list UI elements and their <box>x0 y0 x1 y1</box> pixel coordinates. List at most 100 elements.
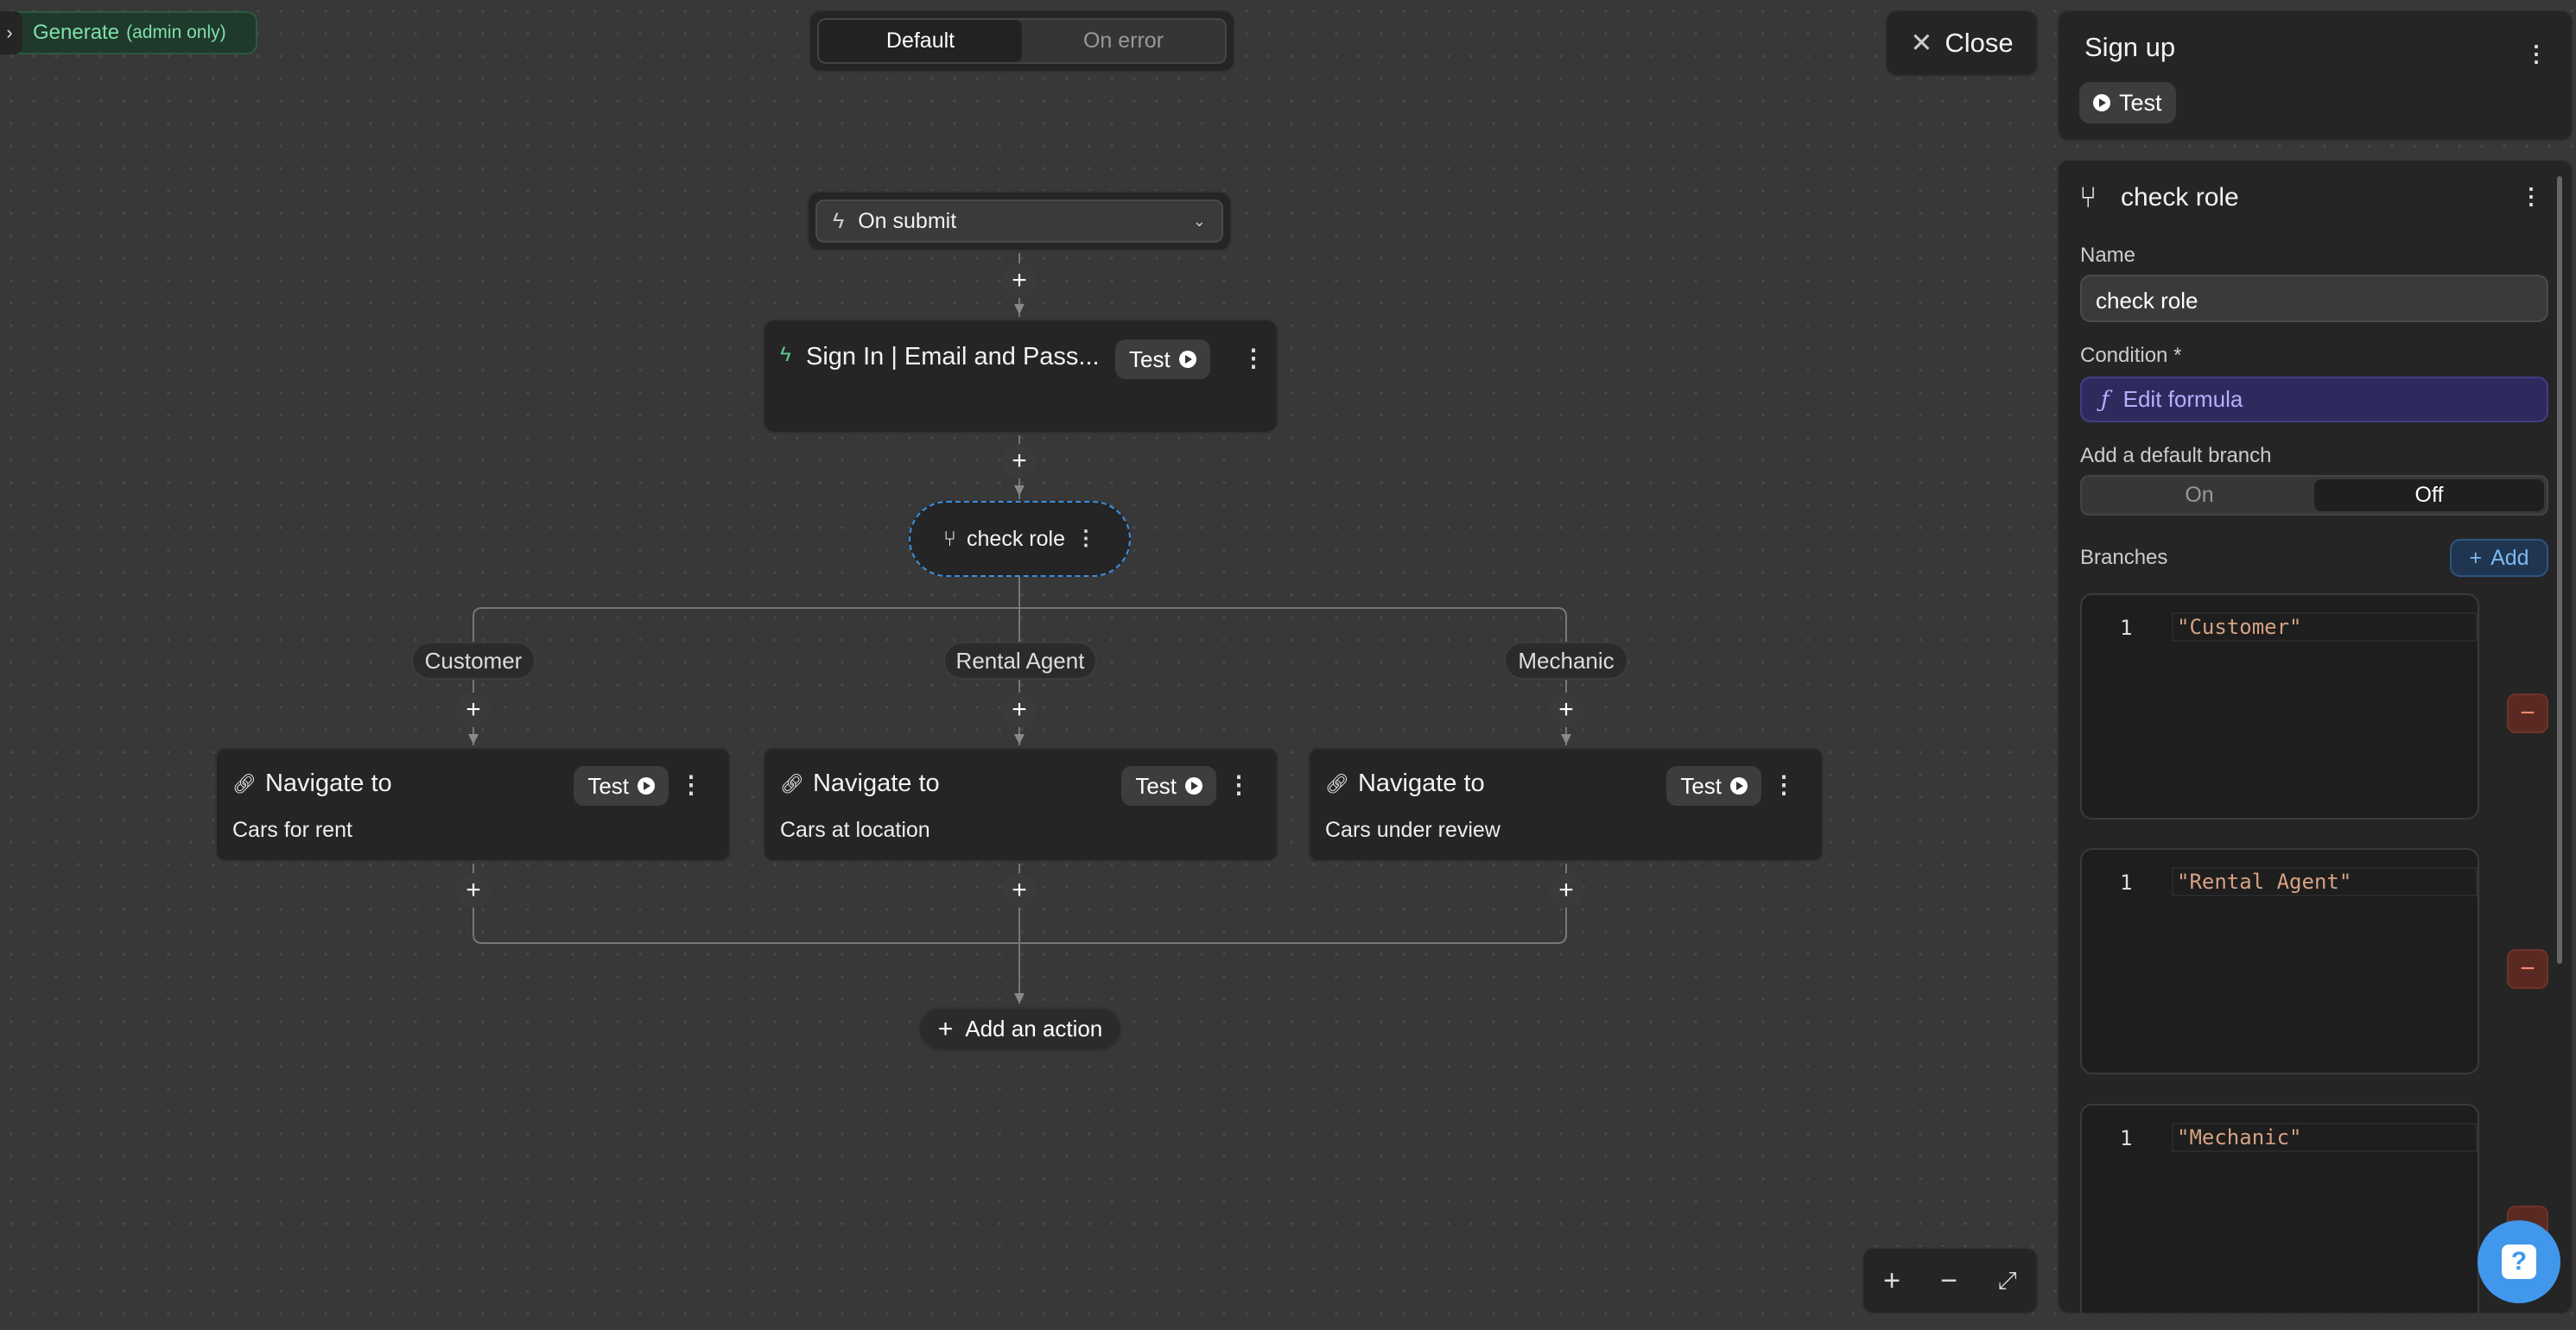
name-input[interactable]: check role <box>2080 275 2548 322</box>
play-icon <box>2093 94 2110 111</box>
add-action-button[interactable]: + Add an action <box>918 1007 1122 1051</box>
navigate-target: Cars for rent <box>232 818 352 842</box>
add-action-label: Add an action <box>965 1016 1103 1042</box>
default-branch-toggle: On Off <box>2080 475 2548 516</box>
more-icon[interactable]: ⋮ <box>2525 42 2547 65</box>
link-icon: 🔗︎ <box>1325 772 1349 795</box>
navigate-step[interactable]: 🔗︎ Navigate to Test ⋮ Cars under review <box>1308 747 1824 862</box>
test-button[interactable]: Test <box>1115 339 1210 379</box>
toggle-on[interactable]: On <box>2084 479 2314 511</box>
navigate-step[interactable]: 🔗︎ Navigate to Test ⋮ Cars for rent <box>215 747 731 862</box>
function-icon: ƒ <box>2101 386 2110 413</box>
inspector-panel: ⑂ check role ⋮ Name check role Condition… <box>2057 159 2573 1314</box>
auth-icon: ϟ <box>780 343 791 366</box>
more-icon[interactable]: ⋮ <box>1772 773 1796 797</box>
add-step-button[interactable]: + <box>1002 873 1037 908</box>
branch-icon: ⑂ <box>943 526 957 551</box>
sign-in-step[interactable]: ϟ Sign In | Email and Pass... Test ⋮ <box>763 319 1278 434</box>
test-button[interactable]: Test <box>574 766 669 806</box>
scrollbar[interactable] <box>2557 176 2562 964</box>
navigate-target: Cars under review <box>1325 818 1501 842</box>
navigate-target: Cars at location <box>780 818 930 842</box>
generate-label: Generate <box>33 21 120 44</box>
branch-label-mechanic[interactable]: Mechanic <box>1504 642 1628 680</box>
line-number: 1 <box>2120 1126 2133 1150</box>
name-label: Name <box>2080 244 2136 267</box>
play-icon <box>1178 351 1196 368</box>
test-button[interactable]: Test <box>1121 766 1216 806</box>
step-title: Navigate to <box>812 770 940 797</box>
test-label: Test <box>1680 772 1722 799</box>
workflow-test-button[interactable]: Test <box>2079 82 2176 124</box>
zoom-controls: + − ⤢ <box>1862 1247 2039 1314</box>
toggle-off[interactable]: Off <box>2314 479 2544 511</box>
branch-editor[interactable]: 1 "Mechanic" <box>2080 1104 2479 1313</box>
close-button[interactable]: ✕ Close <box>1885 10 2039 77</box>
plus-icon: + <box>2469 545 2483 570</box>
condition-label: Condition * <box>2080 344 2182 367</box>
play-icon <box>638 777 655 795</box>
close-label: Close <box>1945 28 2014 58</box>
help-icon: ? <box>2502 1244 2536 1279</box>
add-step-button[interactable]: + <box>1549 693 1583 727</box>
zoom-in-icon[interactable]: + <box>1883 1264 1900 1298</box>
lightning-icon: ϟ <box>833 208 845 233</box>
remove-branch-button[interactable]: − <box>2507 694 2548 733</box>
line-number: 1 <box>2120 616 2133 640</box>
chevron-down-icon: ⌄ <box>1192 212 1206 230</box>
expand-sidebar-icon[interactable]: › <box>0 11 22 54</box>
step-title: Sign In | Email and Pass... <box>806 343 1100 370</box>
tab-on-error[interactable]: On error <box>1022 20 1225 62</box>
add-step-button[interactable]: + <box>456 693 491 727</box>
branch-code[interactable]: "Customer" <box>2172 612 2478 642</box>
add-step-button[interactable]: + <box>456 873 491 908</box>
plus-icon: + <box>937 1014 954 1043</box>
branch-editor[interactable]: 1 "Customer" <box>2080 593 2479 820</box>
link-icon: 🔗︎ <box>232 772 257 795</box>
edit-formula-button[interactable]: ƒ Edit formula <box>2080 377 2548 422</box>
branch-code[interactable]: "Rental Agent" <box>2172 867 2478 896</box>
more-icon[interactable]: ⋮ <box>1227 773 1251 797</box>
branch-code[interactable]: "Mechanic" <box>2172 1123 2478 1152</box>
test-label: Test <box>1129 345 1171 372</box>
workflow-title: Sign up <box>2084 32 2176 62</box>
step-title: Navigate to <box>264 770 392 797</box>
line-number: 1 <box>2120 871 2133 895</box>
add-step-button[interactable]: + <box>1002 444 1037 478</box>
workflow-panel: Sign up ⋮ Test <box>2057 10 2573 142</box>
add-branch-button[interactable]: + Add <box>2450 539 2548 577</box>
edit-formula-label: Edit formula <box>2122 386 2243 412</box>
default-branch-label: Add a default branch <box>2080 444 2272 467</box>
more-icon[interactable]: ⋮ <box>1075 529 1096 549</box>
test-button[interactable]: Test <box>1666 766 1761 806</box>
mode-toggle: Default On error <box>809 10 1235 73</box>
remove-branch-button[interactable]: − <box>2507 949 2548 989</box>
more-icon[interactable]: ⋮ <box>679 773 703 797</box>
branch-label-customer[interactable]: Customer <box>411 642 536 680</box>
more-icon[interactable]: ⋮ <box>1241 346 1266 370</box>
more-icon[interactable]: ⋮ <box>2520 185 2542 207</box>
add-step-button[interactable]: + <box>1549 873 1583 908</box>
condition-step[interactable]: ⑂ check role ⋮ <box>909 501 1131 577</box>
trigger-label: On submit <box>858 208 957 233</box>
tab-default[interactable]: Default <box>819 20 1022 62</box>
navigate-step[interactable]: 🔗︎ Navigate to Test ⋮ Cars at location <box>763 747 1278 862</box>
test-label: Test <box>2119 89 2162 116</box>
link-icon: 🔗︎ <box>780 772 804 795</box>
help-chat-button[interactable]: ? <box>2478 1220 2560 1303</box>
generate-button[interactable]: Generate (admin only) <box>0 11 257 54</box>
trigger-select[interactable]: ϟ On submit ⌄ <box>807 191 1232 251</box>
branch-label-rental-agent[interactable]: Rental Agent <box>943 642 1097 680</box>
branches-label: Branches <box>2080 546 2168 569</box>
add-step-button[interactable]: + <box>1002 263 1037 298</box>
close-icon: ✕ <box>1910 28 1933 58</box>
inspector-title: check role <box>2121 183 2239 212</box>
branch-editor[interactable]: 1 "Rental Agent" <box>2080 848 2479 1074</box>
add-step-button[interactable]: + <box>1002 693 1037 727</box>
fit-view-icon[interactable]: ⤢ <box>1997 1267 2016 1295</box>
zoom-out-icon[interactable]: − <box>1940 1264 1957 1298</box>
play-icon <box>1185 777 1202 795</box>
branch-icon: ⑂ <box>2079 181 2097 214</box>
test-label: Test <box>1135 772 1177 799</box>
generate-note: (admin only) <box>126 22 226 42</box>
